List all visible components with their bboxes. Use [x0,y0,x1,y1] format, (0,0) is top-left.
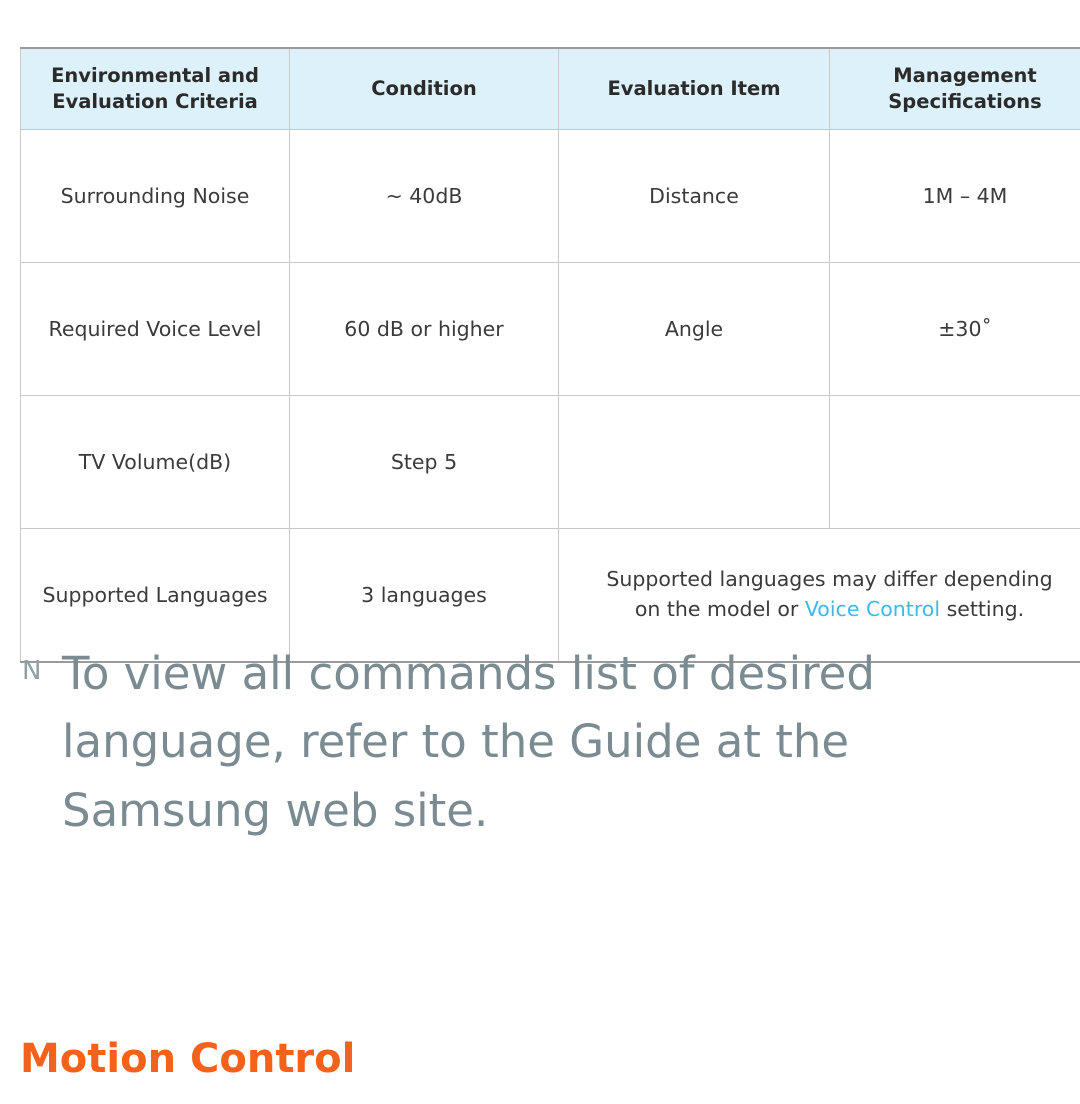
note-text: To view all commands list of desired lan… [62,647,875,837]
voice-control-link[interactable]: Voice Control [805,597,940,621]
table-header: Environmental and Evaluation Criteria Co… [20,47,1080,130]
column-header-condition: Condition [289,47,559,130]
table-body: Surrounding Noise ~ 40dB Distance 1M – 4… [20,129,1080,663]
note-line-1: Supported languages may differ depending [606,567,1053,592]
column-header-evaluation-item: Evaluation Item [558,47,830,130]
page-title: Motion Control [20,1036,356,1082]
cell-criteria: Required Voice Level [20,262,290,396]
cell-condition: 60 dB or higher [289,262,559,396]
cell-condition: ~ 40dB [289,129,559,263]
table-header-row: Environmental and Evaluation Criteria Co… [20,47,1080,130]
cell-evaluation-item: Distance [558,129,830,263]
column-header-criteria-line2: Evaluation Criteria [52,90,258,113]
cell-criteria: Surrounding Noise [20,129,290,263]
cell-evaluation-item: Angle [558,262,830,396]
table-row: Surrounding Noise ~ 40dB Distance 1M – 4… [20,129,1080,263]
column-header-criteria-line1: Environmental and [51,63,259,87]
table-row: TV Volume(dB) Step 5 [20,395,1080,529]
column-header-management-specifications: Management Specifications [829,47,1080,130]
note-block: N To view all commands list of desired l… [22,640,1032,845]
voice-control-spec-table: Environmental and Evaluation Criteria Co… [20,47,1080,663]
table-row: Required Voice Level 60 dB or higher Ang… [20,262,1080,396]
cell-evaluation-item [558,395,830,529]
note-line-2-prefix: on the model or [634,597,805,621]
cell-criteria: TV Volume(dB) [20,395,290,529]
column-header-management-line2: Specifications [888,90,1042,113]
cell-condition: Step 5 [289,395,559,529]
column-header-criteria: Environmental and Evaluation Criteria [20,47,290,130]
note-line-2-suffix: setting. [940,597,1025,621]
note-line-2: on the model or Voice Control setting. [567,595,1080,625]
cell-management-spec: 1M – 4M [829,129,1080,263]
note-marker-icon: N [22,656,42,686]
document-page: Environmental and Evaluation Criteria Co… [0,0,1080,1104]
cell-management-spec: ±30˚ [829,262,1080,396]
column-header-management-line1: Management [893,63,1037,87]
cell-management-spec [829,395,1080,529]
